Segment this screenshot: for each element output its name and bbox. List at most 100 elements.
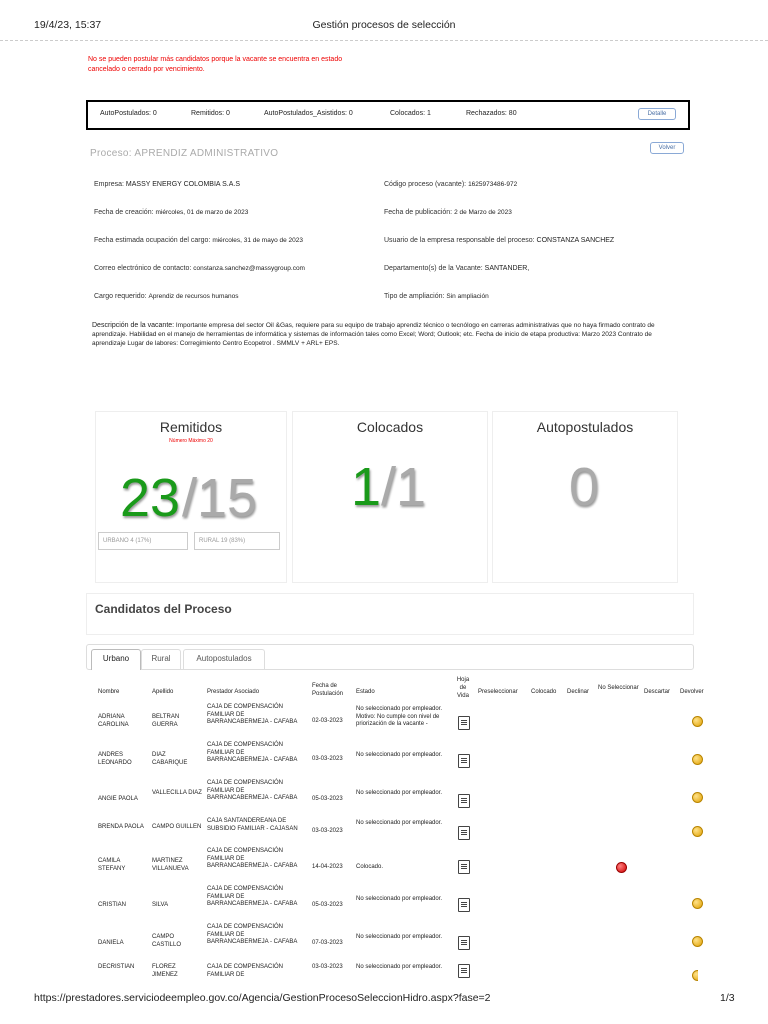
field-usuario: Usuario de la empresa responsable del pr… [384, 237, 615, 244]
col-apellido: Apellido [152, 689, 174, 695]
cell-nombre: DANIELA [98, 940, 124, 946]
process-title: Proceso: APRENDIZ ADMINISTRATIVO [90, 148, 279, 159]
cell-nombre: CAMILA STEFANY [98, 858, 126, 872]
cell-apellido: VALLECILLA DIAZ [152, 790, 202, 796]
col-preseleccionar: Preseleccionar [478, 689, 518, 695]
remitidos-card: Remitidos Número Máximo 20 23 /15 URBANO… [95, 411, 287, 583]
autopostulados-card: Autopostulados 0 [492, 411, 678, 583]
cell-estado: No seleccionado por empleador. [356, 820, 443, 826]
cell-nombre: BRENDA PAOLA [98, 824, 144, 830]
cell-apellido: CAMPO CASTILLO [152, 934, 182, 948]
candidatos-title: Candidatos del Proceso [95, 602, 232, 616]
cell-nombre: ADRIANA CAROLINA [98, 714, 129, 728]
devolver-icon[interactable] [692, 716, 703, 727]
summary-colocados: Colocados: 1 [390, 110, 431, 117]
resume-icon[interactable] [458, 826, 470, 840]
cell-nombre: ANGIE PAOLA [98, 796, 138, 802]
colocados-limit: /1 [381, 457, 427, 517]
cell-nombre: CRISTIAN [98, 902, 127, 908]
devolver-icon[interactable] [692, 936, 703, 947]
cell-apellido: MARTINEZ VILLANUEVA [152, 858, 189, 872]
cell-estado: No seleccionado por empleador. [356, 752, 443, 758]
cell-fecha: 03-03-2023 [312, 964, 343, 970]
col-hoja-vida: Hoja de Vida [456, 677, 470, 699]
cell-estado: No seleccionado por empleador. [356, 964, 443, 970]
colocados-card: Colocados 1 /1 [292, 411, 488, 583]
field-codigo: Código proceso (vacante): 1625973486-972 [384, 181, 518, 188]
field-creacion: Fecha de creación: miércoles, 01 de marz… [94, 209, 249, 216]
remitidos-title: Remitidos [159, 419, 223, 435]
col-prestador: Prestador Asociado [207, 689, 260, 695]
no-seleccionar-icon[interactable] [616, 862, 627, 873]
field-empresa: Empresa: MASSY ENERGY COLOMBIA S.A.S [94, 181, 241, 188]
devolver-icon[interactable] [692, 898, 703, 909]
summary-autopostulados: AutoPostulados: 0 [100, 110, 157, 117]
print-page-number: 1/3 [720, 992, 735, 1004]
resume-icon[interactable] [458, 754, 470, 768]
resume-icon[interactable] [458, 898, 470, 912]
cell-prestador: CAJA DE COMPENSACIÓN FAMILIAR DE BARRANC… [207, 886, 298, 907]
remitidos-max: Número Máximo 20 [169, 438, 213, 444]
cell-apellido: DIAZ CABARIQUE [152, 752, 188, 766]
field-descripcion: Descripción de la vacante: Importante em… [92, 322, 655, 347]
cell-fecha: 02-03-2023 [312, 718, 343, 724]
candidate-tabs: Urbano Rural Autopostulados [86, 644, 694, 670]
resume-icon[interactable] [458, 716, 470, 730]
detalle-button[interactable]: Detalle [638, 108, 676, 120]
tab-rural[interactable]: Rural [141, 649, 181, 670]
field-ocupacion: Fecha estimada ocupación del cargo: miér… [94, 237, 304, 244]
field-departamento: Departamento(s) de la Vacante: SANTANDER… [384, 265, 530, 272]
cell-prestador: CAJA DE COMPENSACIÓN FAMILIAR DE BARRANC… [207, 848, 298, 869]
table-row: DECRISTIAN FLOREZ JIMENEZ CAJA DE COMPEN… [98, 962, 698, 984]
summary-rechazados: Rechazados: 80 [466, 110, 517, 117]
page-title: Gestión procesos de selección [312, 19, 456, 31]
cell-estado: Colocado. [356, 864, 384, 870]
cell-estado: No seleccionado por empleador. [356, 790, 443, 796]
rural-count: RURAL 19 (83%) [194, 532, 280, 550]
devolver-icon[interactable] [692, 754, 703, 765]
cell-fecha: 05-03-2023 [312, 796, 343, 802]
cell-apellido: BELTRAN GUERRA [152, 714, 180, 728]
col-devolver: Devolver [680, 689, 704, 695]
tab-urbano[interactable]: Urbano [91, 649, 141, 670]
col-declinar: Declinar [567, 689, 590, 695]
cell-prestador: CAJA DE COMPENSACIÓN FAMILIAR DE BARRANC… [207, 924, 298, 945]
col-no-seleccionar: No Seleccionar [598, 685, 639, 691]
autopostulados-title: Autopostulados [536, 419, 634, 435]
cell-estado: No seleccionado por empleador. [356, 896, 443, 902]
urbano-count: URBANO 4 (17%) [98, 532, 188, 550]
tab-autopostulados[interactable]: Autopostulados [183, 649, 265, 670]
cell-fecha: 07-03-2023 [312, 940, 343, 946]
resume-icon[interactable] [458, 936, 470, 950]
cell-prestador: CAJA DE COMPENSACIÓN FAMILIAR DE BARRANC… [207, 704, 298, 725]
summary-bar: AutoPostulados: 0 Remitidos: 0 AutoPostu… [86, 100, 690, 130]
cell-estado: No seleccionado por empleador. Motivo: N… [356, 706, 443, 727]
cell-nombre: DECRISTIAN [98, 964, 135, 970]
cell-prestador: CAJA DE COMPENSACIÓN FAMILIAR DE [207, 964, 284, 978]
devolver-icon[interactable] [692, 792, 703, 803]
cell-fecha: 03-03-2023 [312, 828, 343, 834]
process-panel: Volver Proceso: APRENDIZ ADMINISTRATIVO … [86, 133, 696, 377]
cell-apellido: CAMPO GUILLEN [152, 824, 202, 830]
cell-prestador: CAJA SANTANDEREANA DE SUBSIDIO FAMILIAR … [207, 818, 298, 832]
resume-icon[interactable] [458, 794, 470, 808]
resume-icon[interactable] [458, 964, 470, 978]
volver-button[interactable]: Volver [650, 142, 684, 154]
cell-estado: No seleccionado por empleador. [356, 934, 443, 940]
col-descartar: Descartar [644, 689, 671, 695]
colocados-count: 1 [351, 457, 382, 517]
devolver-icon[interactable] [692, 970, 698, 981]
col-colocado: Colocado [531, 689, 557, 695]
cell-fecha: 05-03-2023 [312, 902, 343, 908]
cell-prestador: CAJA DE COMPENSACIÓN FAMILIAR DE BARRANC… [207, 742, 298, 763]
summary-remitidos: Remitidos: 0 [191, 110, 230, 117]
resume-icon[interactable] [458, 860, 470, 874]
browser-print-header: 19/4/23, 15:37 Gestión procesos de selec… [0, 0, 768, 41]
devolver-icon[interactable] [692, 826, 703, 837]
print-url: https://prestadores.serviciodeempleo.gov… [34, 992, 491, 1004]
cell-prestador: CAJA DE COMPENSACIÓN FAMILIAR DE BARRANC… [207, 780, 298, 801]
field-publicacion: Fecha de publicación: 2 de Marzo de 2023 [384, 209, 512, 216]
remitidos-count: 23 [120, 468, 181, 528]
autopostulados-count: 0 [569, 457, 600, 517]
cell-apellido: SILVA [152, 902, 169, 908]
